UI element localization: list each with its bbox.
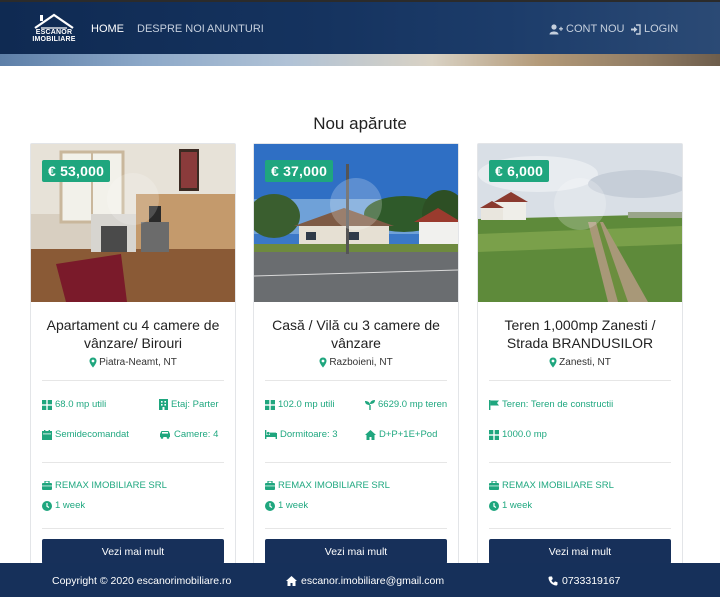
listing-title[interactable]: Teren 1,000mp Zanesti / Strada BRANDUSIL…: [484, 316, 676, 352]
nav-register-label: CONT NOU: [566, 23, 625, 35]
briefcase-icon: [489, 481, 499, 490]
listing-card: € 53,000 Apartament cu 4 camere de vânza…: [30, 143, 236, 573]
price-badge: € 6,000: [489, 160, 550, 182]
main-section: Nou apărute € 53,000 Apartament cu 4 cam…: [0, 66, 720, 573]
nav-listings[interactable]: ANUNTURI: [207, 23, 264, 35]
nav-register[interactable]: CONT NOU: [549, 23, 624, 35]
map-marker-icon: [89, 357, 97, 368]
posted-time: 1 week: [265, 500, 308, 511]
user-plus-icon: [549, 23, 563, 34]
home-icon: [365, 429, 376, 440]
footer-copyright: Copyright © 2020 escanorimobiliare.ro: [52, 575, 232, 587]
car-icon: [160, 431, 170, 439]
card-divider: [489, 462, 671, 463]
feature-area: 68.0 mp utili: [42, 399, 106, 410]
posted-time: 1 week: [42, 500, 85, 511]
listing-location: Piatra-Neamt, NT: [31, 357, 235, 368]
card-divider: [42, 528, 224, 529]
feature-floor: Etaj: Parter: [159, 399, 219, 410]
sign-in-icon: [631, 23, 641, 35]
home-icon: [286, 576, 297, 586]
agency-info: REMAX IMOBILIARE SRL: [265, 480, 390, 491]
listing-card: € 6,000 Teren 1,000mp Zanesti / Strada B…: [477, 143, 683, 573]
feature-area: 1000.0 mp: [489, 429, 547, 440]
seedling-icon: [365, 399, 375, 410]
agency-info: REMAX IMOBILIARE SRL: [42, 480, 167, 491]
agency-info: REMAX IMOBILIARE SRL: [489, 480, 614, 491]
clock-icon: [42, 500, 52, 511]
section-title: Nou apărute: [313, 114, 407, 133]
price-badge: € 37,000: [265, 160, 334, 182]
grid-icon: [489, 429, 499, 440]
listing-location: Zanesti, NT: [478, 357, 682, 368]
listing-card: € 37,000 Casă / Vilă cu 3 camere de vânz…: [253, 143, 459, 573]
card-divider: [265, 462, 447, 463]
card-divider: [265, 380, 447, 381]
view-more-button[interactable]: Vezi mai mult: [42, 539, 224, 564]
price-badge: € 53,000: [42, 160, 111, 182]
view-more-button[interactable]: Vezi mai mult: [265, 539, 447, 564]
calendar-icon: [42, 429, 52, 440]
building-icon: [159, 399, 168, 410]
logo-text: ESCANOR IMOBILIARE: [32, 29, 76, 43]
footer-phone[interactable]: 0733319167: [548, 575, 620, 587]
footer: Copyright © 2020 escanorimobiliare.ro es…: [0, 563, 720, 597]
flag-icon: [489, 399, 499, 410]
grid-icon: [42, 399, 52, 410]
bed-icon: [265, 430, 277, 439]
feature-layout: Semidecomandat: [42, 429, 129, 440]
feature-land-type: Teren: Teren de constructii: [489, 399, 613, 410]
feature-land: 6629.0 mp teren: [365, 399, 447, 410]
grid-icon: [265, 399, 275, 410]
listing-photo[interactable]: € 37,000: [254, 144, 458, 302]
view-more-button[interactable]: Vezi mai mult: [489, 539, 671, 564]
map-marker-icon: [319, 357, 327, 368]
card-divider: [489, 528, 671, 529]
nav-login-label: LOGIN: [644, 23, 679, 35]
feature-levels: D+P+1E+Pod: [365, 429, 437, 440]
feature-bedrooms: Dormitoare: 3: [265, 429, 338, 440]
map-marker-icon: [549, 357, 557, 368]
hero-image-strip: [0, 54, 720, 66]
nav-about[interactable]: DESPRE NOI: [137, 23, 205, 35]
card-divider: [489, 380, 671, 381]
phone-icon: [548, 576, 558, 586]
briefcase-icon: [265, 481, 275, 490]
card-divider: [265, 528, 447, 529]
listing-location: Razboieni, NT: [254, 357, 458, 368]
clock-icon: [265, 500, 275, 511]
briefcase-icon: [42, 481, 52, 490]
footer-email[interactable]: escanor.imobiliare@gmail.com: [286, 575, 444, 587]
posted-time: 1 week: [489, 500, 532, 511]
clock-icon: [489, 500, 499, 511]
listing-title[interactable]: Casă / Vilă cu 3 camere de vânzare: [260, 316, 452, 352]
listing-photo[interactable]: € 6,000: [478, 144, 682, 302]
feature-rooms: Camere: 4: [159, 429, 218, 440]
feature-area: 102.0 mp utili: [265, 399, 335, 410]
nav-login[interactable]: LOGIN: [630, 23, 678, 35]
navbar: ESCANOR IMOBILIARE HOME DESPRE NOI ANUNT…: [0, 0, 720, 54]
card-divider: [42, 380, 224, 381]
brand-logo[interactable]: ESCANOR IMOBILIARE: [32, 12, 76, 46]
listing-title[interactable]: Apartament cu 4 camere de vânzare/ Birou…: [37, 316, 229, 352]
listing-photo[interactable]: € 53,000: [31, 144, 235, 302]
card-divider: [42, 462, 224, 463]
nav-home[interactable]: HOME: [91, 23, 124, 35]
